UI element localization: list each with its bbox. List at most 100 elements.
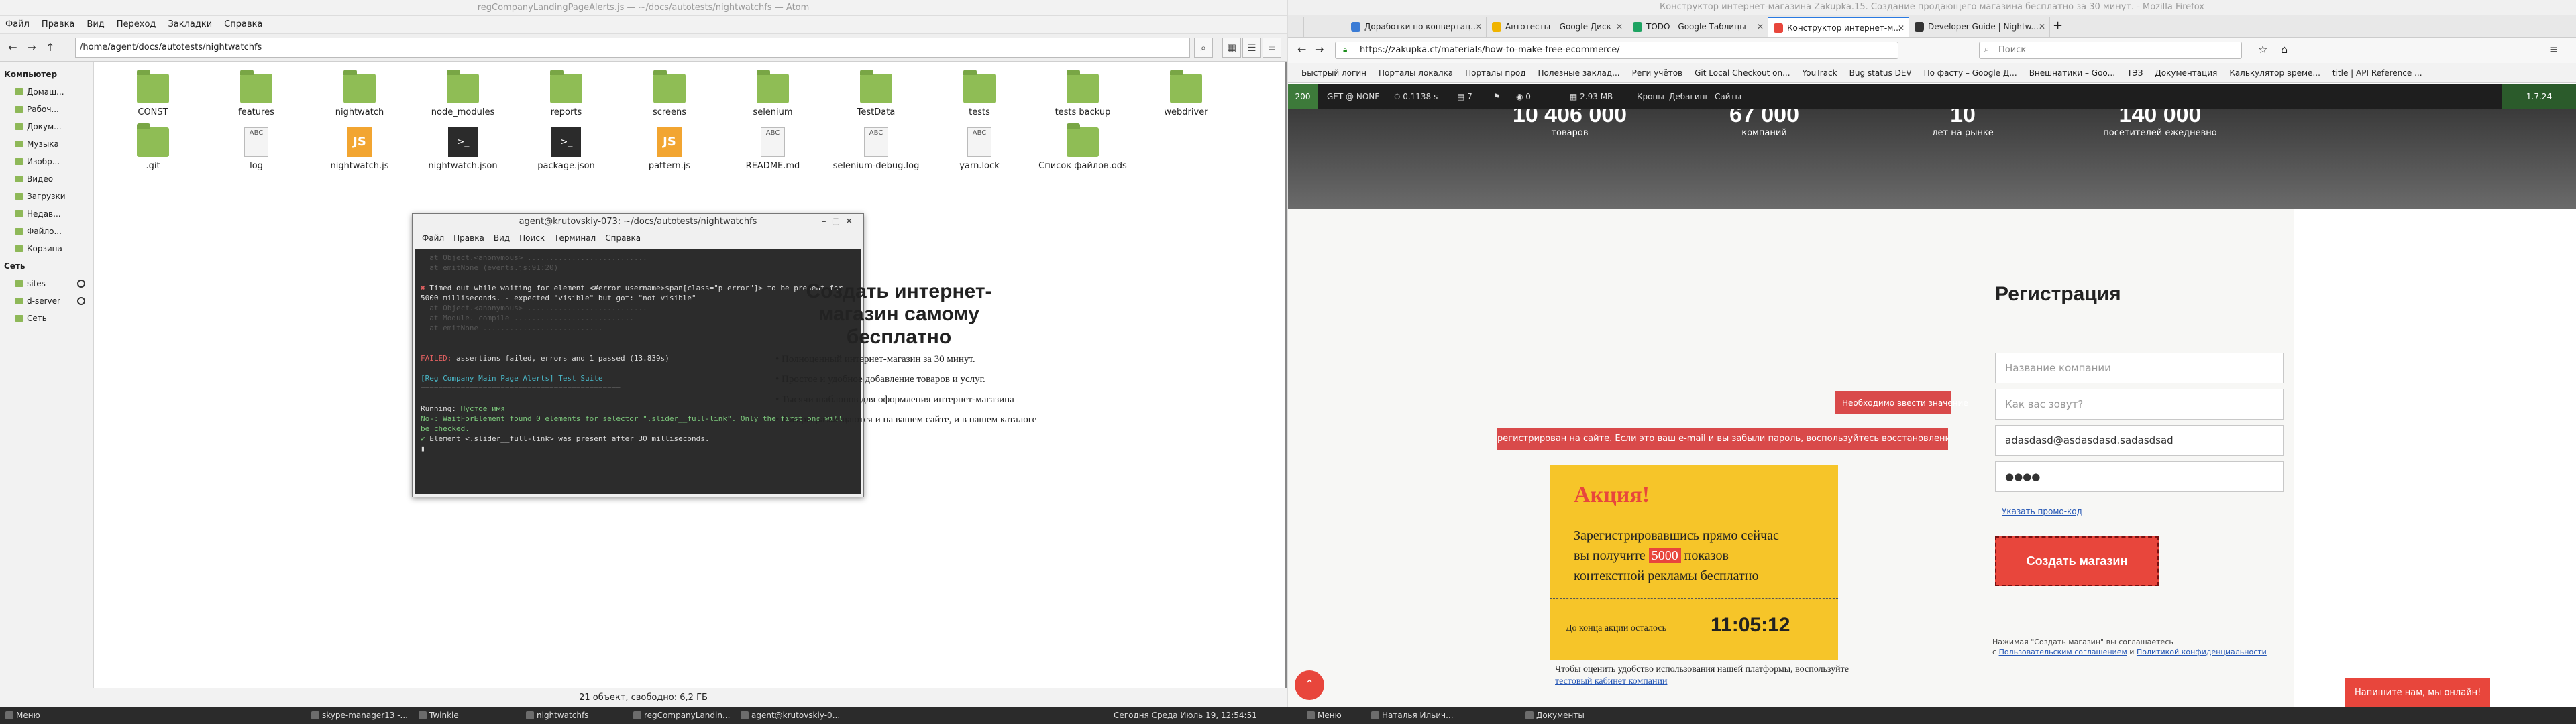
close-icon[interactable]: ✕ [1898, 18, 1904, 37]
sidebar-item-d-server[interactable]: d-server [0, 292, 93, 310]
bookmark-item[interactable]: Документация [2155, 68, 2217, 78]
sidebar-item-music[interactable]: Музыка [0, 135, 93, 153]
bookmark-item[interactable]: Быстрый логин [1301, 68, 1366, 78]
menu-file[interactable]: Файл [5, 19, 30, 29]
forward-arrow-icon[interactable]: → [24, 40, 39, 55]
bookmark-item[interactable]: title | API Reference ... [2332, 68, 2422, 78]
menu-help[interactable]: Справка [605, 233, 641, 243]
close-icon[interactable]: ✕ [2039, 17, 2045, 37]
start-menu-button[interactable]: Меню [3, 707, 40, 724]
menu-terminal[interactable]: Терминал [554, 233, 596, 243]
compact-view-icon[interactable]: ≡ [1263, 38, 1281, 58]
file-item[interactable]: >_ nightwatch.json [416, 119, 510, 193]
bookmark-item[interactable]: Порталы локалка [1379, 68, 1453, 78]
menu-bookmarks[interactable]: Закладки [168, 19, 212, 29]
debug-item[interactable]: Сайты [1715, 84, 1741, 109]
back-arrow-icon[interactable]: ← [5, 40, 20, 55]
menu-view[interactable]: Вид [494, 233, 510, 243]
menu-edit[interactable]: Правка [453, 233, 484, 243]
sidebar-item-desktop[interactable]: Рабоч... [0, 101, 93, 118]
sidebar-item-documents[interactable]: Докум... [0, 118, 93, 135]
sidebar-item-pictures[interactable]: Изобр... [0, 153, 93, 170]
up-arrow-icon[interactable]: ↑ [43, 40, 58, 55]
taskbar-item[interactable]: agent@krutovskiy-0... [738, 707, 840, 724]
sidebar-item-sites[interactable]: sites [0, 275, 93, 292]
test-cabinet-link[interactable]: тестовый кабинет компании [1555, 676, 1667, 686]
company-name-input[interactable]: Название компании [1995, 353, 2284, 383]
scroll-top-button[interactable]: ⌃ [1295, 670, 1324, 700]
forward-arrow-icon[interactable]: → [1315, 43, 1324, 56]
eject-icon[interactable] [77, 297, 85, 305]
promo-code-link[interactable]: Указать промо-код [2002, 507, 2082, 516]
bookmark-star-icon[interactable]: ☆ [2258, 43, 2267, 56]
debug-zero[interactable]: ◉ 0 [1516, 84, 1531, 109]
close-icon[interactable]: ✕ [1616, 17, 1623, 37]
taskbar-item[interactable]: Документы [1523, 707, 1585, 724]
list-view-icon[interactable]: ☰ [1242, 38, 1261, 58]
bookmark-item[interactable]: Полезные заклад... [1538, 68, 1620, 78]
bookmark-item[interactable]: Bug status DEV [1849, 68, 1912, 78]
path-input[interactable]: /home/agent/docs/autotests/nightwatchfs [75, 38, 1190, 58]
tab-item[interactable]: Автотесты – Google Диск ✕ [1487, 17, 1627, 37]
sidebar-item-downloads[interactable]: Загрузки [0, 188, 93, 205]
sidebar-item-videos[interactable]: Видео [0, 170, 93, 188]
tab-item[interactable]: Developer Guide | Nightw... ✕ [1909, 17, 2050, 37]
status-code-badge[interactable]: 200 [1288, 84, 1318, 109]
debug-version[interactable]: 1.7.24 [2502, 84, 2576, 109]
bookmark-item[interactable]: YouTrack [1803, 68, 1837, 78]
tab-item-active[interactable]: Конструктор интернет-м... ✕ [1768, 17, 1909, 37]
menu-view[interactable]: Вид [87, 19, 104, 29]
bookmark-item[interactable]: Реги учётов [1632, 68, 1683, 78]
window-controls[interactable]: – ▢ ✕ [822, 217, 853, 227]
menu-file[interactable]: Файл [422, 233, 444, 243]
menu-help[interactable]: Справка [224, 19, 262, 29]
search-input[interactable]: Поиск [1979, 42, 2242, 59]
debug-users[interactable]: ⚑ [1493, 84, 1501, 109]
hamburger-menu-icon[interactable]: ≡ [2549, 43, 2558, 56]
create-shop-button[interactable]: Создать магазин [1995, 536, 2159, 586]
file-item[interactable]: Список файлов.ods [1036, 119, 1130, 193]
debug-method[interactable]: GET @ NONE [1327, 84, 1380, 109]
grid-view-icon[interactable]: ▦ [1222, 38, 1241, 58]
bookmark-item[interactable]: Порталы прод [1465, 68, 1525, 78]
taskbar-item[interactable]: Наталья Ильич... [1368, 707, 1454, 724]
online-chat-button[interactable]: Напишите нам, мы онлайн! [2345, 678, 2490, 708]
taskbar-item[interactable]: Twinkle [416, 707, 459, 724]
your-name-input[interactable]: Как вас зовут? [1995, 389, 2284, 420]
menu-go[interactable]: Переход [117, 19, 156, 29]
file-item[interactable]: JS nightwatch.js [313, 119, 407, 193]
search-icon[interactable]: ⌕ [1194, 38, 1213, 58]
url-bar[interactable]: https://zakupka.ct/materials/how-to-make… [1335, 42, 1898, 59]
menu-edit[interactable]: Правка [42, 19, 74, 29]
tab-item[interactable]: TODO - Google Таблицы ✕ [1627, 17, 1768, 37]
bookmark-item[interactable]: Git Local Checkout on... [1695, 68, 1790, 78]
file-item[interactable]: .git [106, 119, 200, 193]
file-item[interactable]: webdriver [1139, 66, 1233, 139]
debug-item[interactable]: Кроны [1637, 84, 1664, 109]
bookmark-item[interactable]: По фасту – Google Д... [1924, 68, 2017, 78]
password-recovery-link[interactable]: восстановлением пароля. [1882, 434, 1948, 444]
email-input[interactable]: adasdasd@asdasdasd.sadasdsad [1995, 425, 2284, 456]
taskbar-item[interactable]: nightwatchfs [523, 707, 588, 724]
debug-time[interactable]: ⏱ 0.1138 s [1394, 84, 1438, 109]
debug-queries[interactable]: ▤ 7 [1457, 84, 1472, 109]
taskbar-item[interactable]: regCompanyLandin... [631, 707, 730, 724]
sidebar-item-home[interactable]: Домаш... [0, 83, 93, 101]
taskbar-item[interactable]: skype-manager13 -... [309, 707, 408, 724]
debug-item[interactable]: Дебагинг [1669, 84, 1709, 109]
eject-icon[interactable] [77, 280, 85, 288]
file-item[interactable]: ABC README.md [726, 119, 820, 193]
password-input[interactable]: ●●●● [1995, 461, 2284, 492]
file-item[interactable]: ABC log [209, 119, 303, 193]
debug-memory[interactable]: ▦ 2.93 MB [1570, 84, 1613, 109]
tab-item[interactable]: Доработки по конвертац... ✕ [1346, 17, 1487, 37]
sidebar-item-network[interactable]: Сеть [0, 310, 93, 327]
file-item[interactable]: ABC selenium-debug.log [829, 119, 923, 193]
close-icon[interactable]: ✕ [1475, 17, 1482, 37]
bookmark-item[interactable]: Калькулятор време... [2229, 68, 2320, 78]
file-item[interactable]: >_ package.json [519, 119, 613, 193]
bookmark-item[interactable]: Внешнатики – Goo... [2029, 68, 2115, 78]
tab-pinned[interactable] [1301, 17, 1304, 37]
close-icon[interactable]: ✕ [1757, 17, 1764, 37]
new-tab-icon[interactable]: + [2053, 19, 2063, 33]
